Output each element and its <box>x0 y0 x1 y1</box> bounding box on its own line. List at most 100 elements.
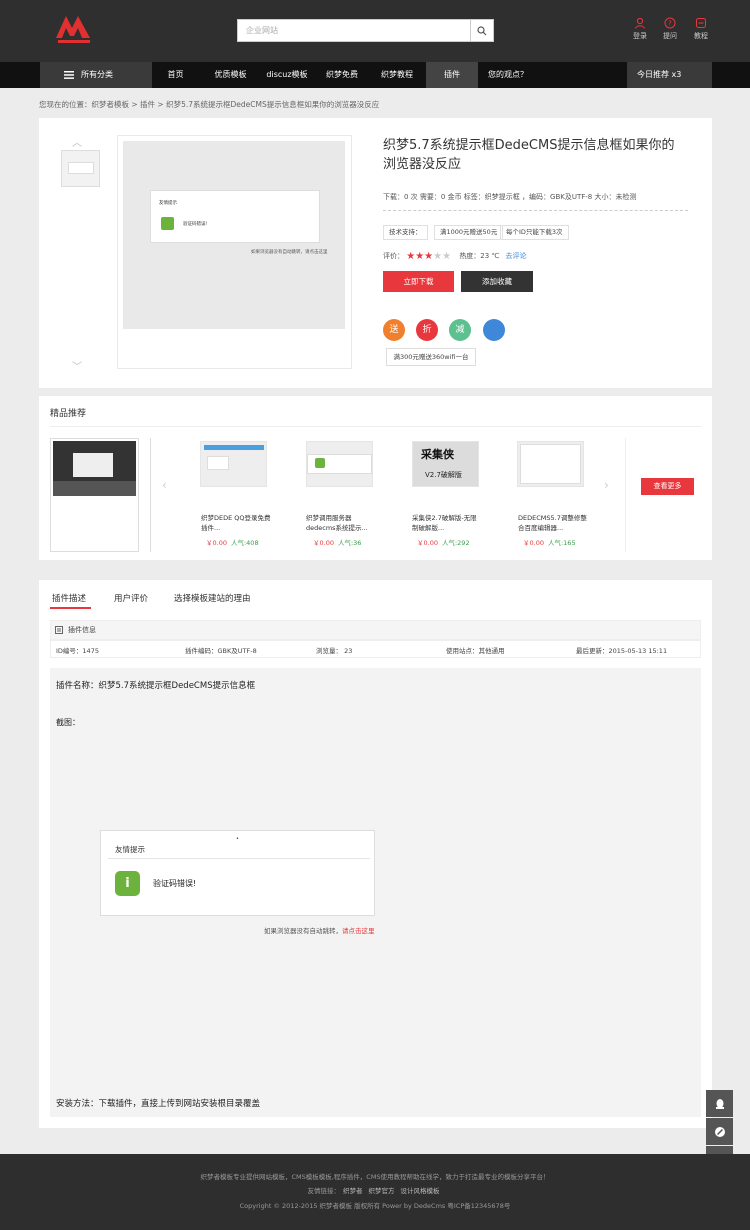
recommend-item-name[interactable]: 织梦DEDE QQ登录免费插件... <box>201 513 271 533</box>
tutorial-icon <box>696 18 706 28</box>
divider <box>50 426 701 427</box>
footer-links-label: 友情链接： <box>307 1187 341 1195</box>
menu-icon <box>64 71 74 79</box>
chevron-up-icon[interactable]: ︿ <box>72 134 82 149</box>
document-icon <box>55 626 63 634</box>
recommend-item-price: ￥0.00 人气:165 <box>523 539 576 547</box>
recommend-title: 精品推荐 <box>50 409 87 419</box>
dialog-title: 友情提示 <box>115 845 145 854</box>
tag-limit: 每个ID只能下载3次 <box>500 225 569 240</box>
help-link[interactable]: ? 提问 <box>657 17 683 45</box>
promo-box: 满300元赠送360wifi一台 <box>386 348 476 366</box>
recommend-item-price: ￥0.00 人气:292 <box>417 539 470 547</box>
nav-dede-free[interactable]: 织梦免费 <box>320 62 364 88</box>
dialog-message: 验证码错误! <box>153 879 197 888</box>
redirect-text: 如果浏览器没有自动跳转，请点击这里 <box>264 927 375 935</box>
footer-links: 友情链接： 织梦者 织梦官方 设计风格模板 <box>0 1185 750 1195</box>
recommend-item-image[interactable] <box>200 441 267 487</box>
recommend-item-image[interactable] <box>517 441 584 487</box>
reduce-badge[interactable]: 减 <box>449 319 471 341</box>
chevron-down-icon[interactable]: ﹀ <box>72 358 82 373</box>
dialog-dot: • <box>236 836 239 842</box>
info-updated: 最后更新：2015-05-13 15:11 <box>576 647 668 655</box>
nav-today-recommend[interactable]: 今日推荐 x3 <box>627 62 712 88</box>
help-icon: ? <box>664 17 676 29</box>
nav-home[interactable]: 首页 <box>158 62 193 88</box>
login-link[interactable]: 登录 <box>627 17 653 45</box>
tab-plugin-description[interactable]: 插件描述 <box>52 592 86 604</box>
footer-link[interactable]: 设计风格模板 <box>401 1187 440 1195</box>
recommend-item-name[interactable]: 织梦调用服务器dedecms系统提示... <box>306 513 376 533</box>
nav-category-label: 所有分类 <box>81 70 113 79</box>
preview-dialog: 友情提示 验证码错误! <box>150 190 320 243</box>
compass-icon <box>714 1126 725 1137</box>
preview-dialog-msg: 验证码错误! <box>183 222 208 227</box>
recommend-item-price: ￥0.00 人气:408 <box>206 539 259 547</box>
chevron-right-icon[interactable]: › <box>604 478 609 492</box>
site-logo[interactable] <box>52 12 96 46</box>
footer-link[interactable]: 织梦者 <box>343 1187 363 1195</box>
info-header: 插件信息 <box>50 620 701 640</box>
preview-dialog-title: 友情提示 <box>159 201 177 206</box>
qq-icon <box>715 1098 724 1109</box>
search-button[interactable] <box>470 19 494 42</box>
nav-opinion[interactable]: 您的观点？ <box>486 62 530 88</box>
redirect-link[interactable]: 请点击这里 <box>342 927 375 935</box>
divider <box>150 438 151 552</box>
active-tab-indicator <box>50 607 91 609</box>
tag-support: 技术支持： <box>383 225 428 240</box>
blue-badge[interactable] <box>483 319 505 341</box>
nav-discuz-templates[interactable]: discuz模板 <box>262 62 312 88</box>
recommend-featured-image[interactable] <box>53 441 136 496</box>
nav-dede-tutorial[interactable]: 织梦教程 <box>375 62 419 88</box>
login-label: 登录 <box>633 32 647 40</box>
product-thumbnail[interactable] <box>61 150 100 187</box>
breadcrumb: 您现在的位置：织梦者模板 > 插件 > 织梦5.7系统提示框DedeCMS提示信… <box>39 100 380 109</box>
recommend-item-image[interactable] <box>306 441 373 487</box>
discount-badge[interactable]: 折 <box>416 319 438 341</box>
download-button[interactable]: 立即下载 <box>383 271 454 292</box>
product-title: 织梦5.7系统提示框DedeCMS提示信息框如果你的浏览器没反应 <box>383 138 675 172</box>
help-label: 提问 <box>663 32 677 40</box>
search-input[interactable]: 企业网站 <box>237 19 471 42</box>
tutorial-label: 教程 <box>694 32 708 40</box>
user-icon <box>635 17 645 29</box>
search-icon <box>477 25 487 35</box>
recommend-item-name[interactable]: DEDECMS5.7调整修整合百度编辑器... <box>518 513 588 533</box>
info-icon <box>161 217 174 230</box>
nav-quality-templates[interactable]: 优质模板 <box>208 62 253 88</box>
tutorial-link[interactable]: 教程 <box>688 17 714 45</box>
preview-redirect: 如果浏览器没有自动跳转，请点击这里 <box>251 250 328 255</box>
info-icon: i <box>115 871 140 896</box>
info-views: 浏览量： 23 <box>316 647 353 655</box>
recommend-item-name[interactable]: 采集侠2.7破解版-无限制破解版... <box>412 513 482 533</box>
footer-link[interactable]: 织梦官方 <box>369 1187 395 1195</box>
divider <box>383 210 688 211</box>
comment-link[interactable]: 去评论 <box>506 252 527 260</box>
info-encoding: 插件编码：GBK及UTF-8 <box>185 647 257 655</box>
rating-stars[interactable]: ★★★★★ <box>406 251 451 262</box>
install-instructions: 安装方法：下载插件，直接上传到网站安装根目录覆盖 <box>56 1099 261 1109</box>
recommend-item-image[interactable]: 采集侠 V2.7破解版 <box>412 441 479 487</box>
footer-about: 织梦者模板专业提供网站模板，CMS模板模板,程序插件，CMS使用教程帮助在线学，… <box>200 1173 550 1181</box>
tab-user-reviews[interactable]: 用户评价 <box>114 592 148 604</box>
footer-copyright: Copyright © 2012-2015 织梦者模板 版权所有 Power b… <box>239 1202 511 1210</box>
qq-button[interactable] <box>706 1090 733 1117</box>
recommend-section <box>39 396 712 560</box>
gift-badge[interactable]: 送 <box>383 319 405 341</box>
tab-why-choose[interactable]: 选择模板建站的理由 <box>174 592 251 604</box>
plugin-name: 插件名称：织梦5.7系统提示框DedeCMS提示信息框 <box>56 681 256 691</box>
divider <box>625 438 626 552</box>
nav-plugins[interactable]: 插件 <box>426 62 478 88</box>
product-meta: 下载：0 次 需要：0 金币 标签：织梦提示框 ，编码：GBK及UTF-8 大小… <box>383 193 637 201</box>
star-filled-icon: ★★★ <box>406 251 434 262</box>
view-more-button[interactable]: 查看更多 <box>641 478 694 495</box>
chevron-left-icon[interactable]: ‹ <box>162 478 167 492</box>
recommend-item-price: ￥0.00 人气:36 <box>313 539 362 547</box>
nav-all-categories[interactable]: 所有分类 <box>40 62 152 88</box>
favorite-button[interactable]: 添加收藏 <box>461 271 533 292</box>
screenshot-label: 截图： <box>56 718 80 727</box>
divider <box>108 858 370 859</box>
tag-gift: 满1000元赠送50元 <box>434 225 504 240</box>
feedback-button[interactable] <box>706 1118 733 1145</box>
